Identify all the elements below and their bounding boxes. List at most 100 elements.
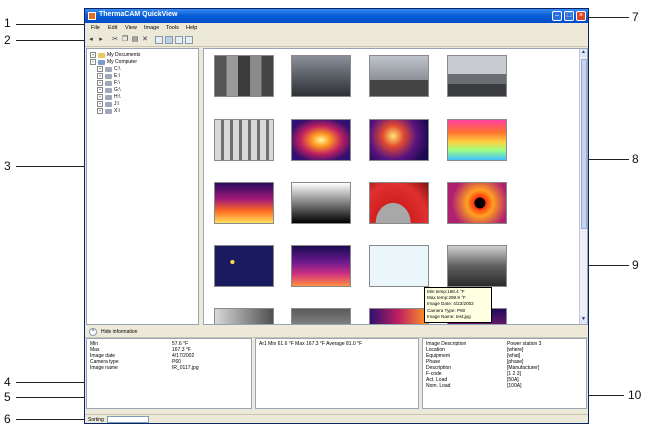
tooltip-line: Image Name: test.jpg [427, 313, 471, 319]
sorting-field[interactable] [107, 416, 149, 423]
delete-icon[interactable]: ✕ [141, 36, 149, 44]
image-thumbnail[interactable] [214, 245, 274, 287]
forward-icon[interactable]: ▸ [97, 36, 105, 44]
scroll-up-icon[interactable]: ▲ [580, 49, 587, 57]
copy-icon[interactable]: ❐ [121, 36, 129, 44]
image-thumbnail[interactable] [214, 308, 274, 324]
status-bar: Sorting [85, 414, 588, 423]
expand-icon[interactable]: + [97, 101, 103, 107]
scroll-down-icon[interactable]: ▼ [580, 316, 587, 324]
menu-file[interactable]: File [91, 25, 100, 31]
menu-edit[interactable]: Edit [108, 25, 117, 31]
title-bar[interactable]: ThermaCAM QuickView – □ × [85, 9, 588, 23]
expand-icon[interactable]: + [97, 66, 103, 72]
image-thumbnail[interactable] [214, 55, 274, 97]
expand-icon[interactable]: + [97, 80, 103, 86]
menu-help[interactable]: Help [186, 25, 197, 31]
view-list-icon[interactable] [175, 36, 183, 44]
tree-item-drive[interactable]: + X:\ [97, 108, 120, 114]
menu-image[interactable]: Image [144, 25, 159, 31]
menu-bar: File Edit View Image Tools Help [85, 23, 588, 33]
view-details-icon[interactable] [185, 36, 193, 44]
image-thumbnail[interactable] [214, 119, 274, 161]
image-thumbnail[interactable] [291, 55, 351, 97]
info-value: IR_0117.jpg [172, 365, 199, 371]
image-thumbnail[interactable] [447, 119, 507, 161]
menu-tools[interactable]: Tools [166, 25, 179, 31]
image-thumbnail[interactable] [447, 55, 507, 97]
maximize-button[interactable]: □ [564, 11, 574, 21]
expand-icon[interactable]: + [97, 94, 103, 100]
callout-10: 10 [628, 388, 642, 402]
image-thumbnail[interactable] [369, 182, 429, 224]
leader-line-6 [16, 419, 86, 420]
view-large-icon[interactable] [155, 36, 163, 44]
callout-4: 4 [4, 375, 11, 389]
leader-line-1 [16, 24, 86, 25]
app-window: ThermaCAM QuickView – □ × File Edit View… [84, 8, 589, 424]
paste-icon[interactable]: ▤ [131, 36, 139, 44]
minimize-button[interactable]: – [552, 11, 562, 21]
window-title: ThermaCAM QuickView [99, 11, 178, 18]
measurement-result: Ar1 Min 61.6 °F Max 167.3 °F Average 81.… [259, 341, 363, 347]
expand-icon[interactable]: + [97, 108, 103, 114]
image-thumbnail[interactable] [369, 308, 429, 324]
close-button[interactable]: × [576, 11, 586, 21]
tree-item-drive[interactable]: + G:\ [97, 87, 121, 93]
info-header: ^ Hide information [85, 327, 588, 338]
info-label: Image name [90, 365, 118, 371]
image-thumbnail[interactable] [369, 55, 429, 97]
thumbnail-grid: ▲ ▼ [203, 48, 588, 325]
hide-info-icon[interactable]: ^ [89, 328, 97, 336]
folder-tree: + My Documents − My Computer + C:\ + E:\… [86, 48, 199, 325]
scroll-thumb[interactable] [581, 59, 587, 229]
image-description-panel: Image Description Power station 3 Locati… [422, 338, 587, 409]
callout-8: 8 [632, 152, 639, 166]
cut-icon[interactable]: ✂ [111, 36, 119, 44]
documents-folder-icon [98, 52, 105, 58]
callout-2: 2 [4, 33, 11, 47]
drive-icon [105, 73, 112, 79]
leader-line-7 [589, 17, 629, 18]
drive-icon [105, 94, 112, 100]
tree-item-drive[interactable]: + F:\ [97, 80, 120, 86]
tree-item-my-documents[interactable]: + My Documents [90, 52, 140, 58]
callout-3: 3 [4, 159, 11, 173]
measurement-panel: Ar1 Min 61.6 °F Max 167.3 °F Average 81.… [255, 338, 419, 409]
vertical-scrollbar[interactable]: ▲ ▼ [579, 49, 587, 324]
tree-label: H:\ [114, 94, 121, 100]
image-thumbnail[interactable] [291, 182, 351, 224]
drive-icon [105, 101, 112, 107]
image-thumbnail[interactable] [291, 245, 351, 287]
expand-icon[interactable]: + [97, 87, 103, 93]
image-thumbnail[interactable] [291, 119, 351, 161]
hide-information-toggle[interactable]: Hide information [101, 329, 137, 335]
image-thumbnail[interactable] [369, 119, 429, 161]
view-thumbs-icon[interactable] [165, 36, 173, 44]
tree-item-drive[interactable]: + J:\ [97, 101, 119, 107]
collapse-icon[interactable]: − [90, 59, 96, 65]
tree-item-drive[interactable]: + C:\ [97, 66, 120, 72]
image-info-panel: Min 57.6 °F Max 167.3 °F Image date 4/17… [86, 338, 252, 409]
image-thumbnail[interactable] [369, 245, 429, 287]
info-label: Nom. Load [426, 383, 451, 389]
expand-icon[interactable]: + [90, 52, 96, 58]
image-thumbnail[interactable] [214, 182, 274, 224]
image-thumbnail[interactable] [447, 245, 507, 287]
menu-view[interactable]: View [125, 25, 137, 31]
expand-icon[interactable]: + [97, 73, 103, 79]
image-thumbnail[interactable] [447, 182, 507, 224]
drive-icon [105, 80, 112, 86]
drive-icon [105, 66, 112, 72]
tree-label: J:\ [114, 101, 120, 107]
tree-label: E:\ [114, 73, 121, 79]
tree-label: X:\ [114, 108, 121, 114]
back-icon[interactable]: ◂ [87, 36, 95, 44]
image-thumbnail[interactable] [291, 308, 351, 324]
tree-item-drive[interactable]: + E:\ [97, 73, 120, 79]
tree-item-my-computer[interactable]: − My Computer [90, 59, 137, 65]
callout-7: 7 [632, 10, 639, 24]
tree-label: C:\ [114, 66, 121, 72]
tree-item-drive[interactable]: + H:\ [97, 94, 120, 100]
info-value: [100A] [507, 383, 522, 389]
